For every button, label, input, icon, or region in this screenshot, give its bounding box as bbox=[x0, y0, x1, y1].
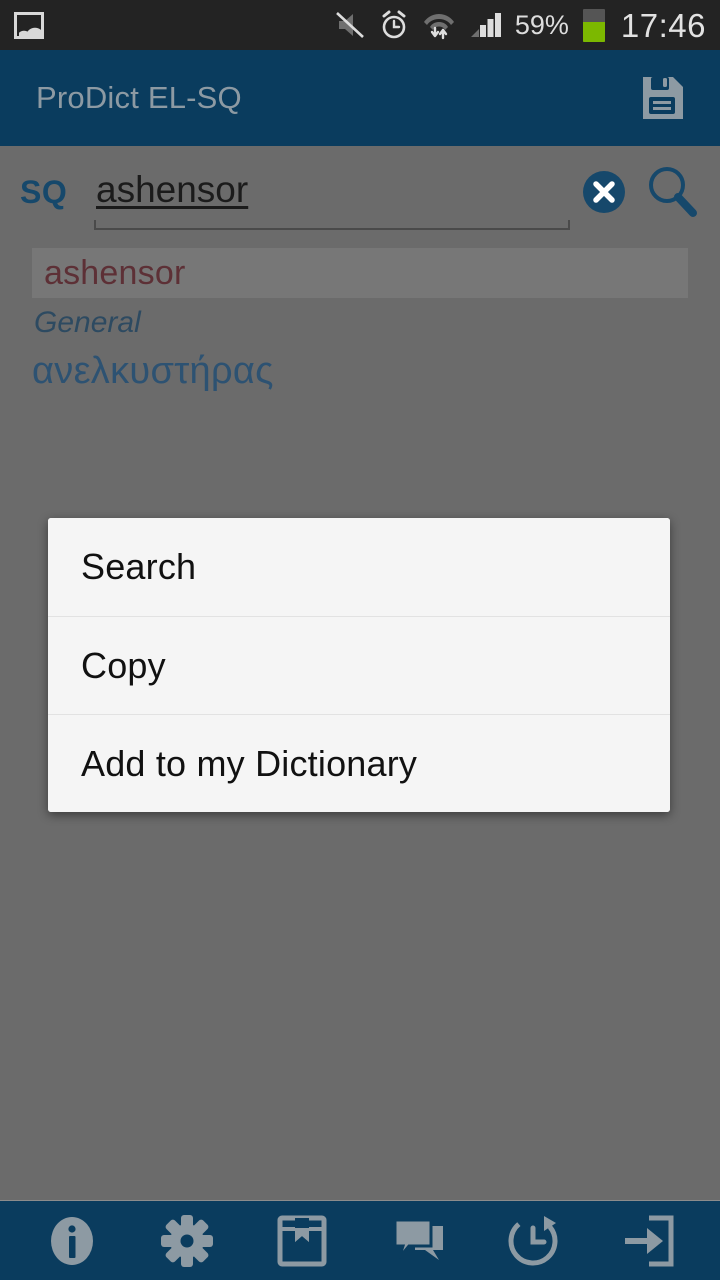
bookmark-book-icon bbox=[273, 1212, 331, 1270]
battery-icon bbox=[582, 8, 605, 42]
menu-item-label: Search bbox=[81, 546, 197, 587]
app-header: ProDict EL-SQ bbox=[0, 50, 720, 146]
search-input-underline bbox=[94, 220, 570, 230]
search-button[interactable] bbox=[638, 158, 706, 226]
status-bar-notifications bbox=[14, 11, 44, 39]
search-bar: SQ bbox=[0, 146, 720, 238]
signal-icon bbox=[469, 11, 501, 39]
battery-percent: 59% bbox=[514, 9, 569, 40]
search-input[interactable] bbox=[94, 169, 570, 215]
clear-circle-icon bbox=[580, 168, 628, 216]
comments-button[interactable] bbox=[376, 1207, 460, 1275]
status-bar-clock: 17:46 bbox=[620, 6, 706, 44]
context-menu: Search Copy Add to my Dictionary bbox=[48, 518, 670, 812]
gallery-icon bbox=[14, 11, 44, 39]
search-input-wrapper bbox=[94, 156, 570, 230]
chat-bubbles-icon bbox=[389, 1212, 447, 1270]
menu-item-add-to-dictionary[interactable]: Add to my Dictionary bbox=[48, 714, 670, 812]
source-language-label[interactable]: SQ bbox=[20, 174, 94, 211]
exit-button[interactable] bbox=[606, 1207, 690, 1275]
status-bar: 59% 17:46 bbox=[0, 0, 720, 50]
status-bar-system-icons: 59% 17:46 bbox=[335, 6, 710, 44]
wifi-icon bbox=[423, 10, 455, 40]
menu-item-label: Add to my Dictionary bbox=[81, 742, 418, 784]
menu-item-copy[interactable]: Copy bbox=[48, 616, 670, 714]
menu-item-search[interactable]: Search bbox=[48, 518, 670, 616]
save-icon bbox=[635, 71, 689, 125]
search-icon bbox=[643, 163, 701, 221]
bottom-toolbar bbox=[0, 1200, 720, 1280]
alarm-icon bbox=[379, 10, 409, 40]
page-title: ProDict EL-SQ bbox=[36, 80, 242, 115]
entry-headword[interactable]: ashensor bbox=[32, 248, 688, 298]
settings-gear-icon bbox=[158, 1212, 216, 1270]
settings-button[interactable] bbox=[145, 1207, 229, 1275]
history-icon bbox=[504, 1212, 562, 1270]
entry-category: General bbox=[34, 306, 141, 339]
entry-translation[interactable]: ανελκυστήρας bbox=[32, 350, 720, 393]
menu-item-label: Copy bbox=[81, 644, 166, 686]
history-button[interactable] bbox=[491, 1207, 575, 1275]
my-dictionary-button[interactable] bbox=[260, 1207, 344, 1275]
exit-icon bbox=[619, 1212, 677, 1270]
info-button[interactable] bbox=[30, 1207, 114, 1275]
header-actions bbox=[632, 68, 692, 128]
clear-search-button[interactable] bbox=[576, 164, 632, 220]
info-icon bbox=[43, 1212, 101, 1270]
app-screen: 59% 17:46 ProDict EL-SQ SQ ashensor ashe… bbox=[0, 0, 720, 1280]
mute-icon bbox=[335, 11, 365, 39]
save-button[interactable] bbox=[632, 68, 692, 128]
